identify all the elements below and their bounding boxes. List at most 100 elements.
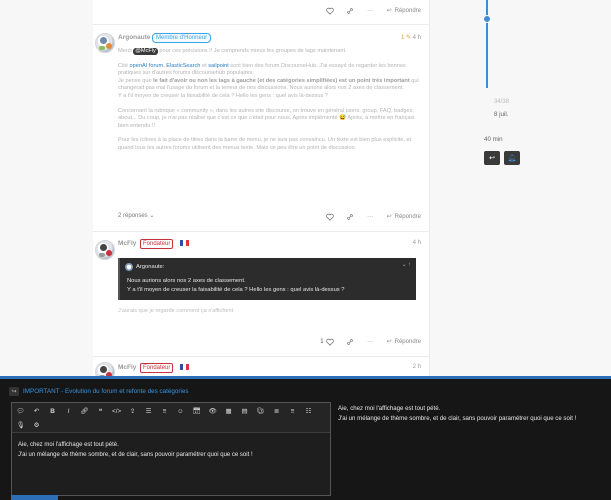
copy-link-icon[interactable] <box>346 6 355 15</box>
france-flag-icon <box>180 364 189 370</box>
chevron-down-icon: ⌄ <box>149 213 155 219</box>
editor-line: J'ai un mélange de thème sombre, et de c… <box>18 451 253 458</box>
like-heart-icon[interactable] <box>326 337 335 346</box>
table-icon[interactable]: ▦ <box>224 407 233 416</box>
bold-icon[interactable]: B <box>48 407 57 416</box>
text-thanks: Merci <box>118 48 132 54</box>
mention-tag[interactable]: @McFly <box>133 48 158 55</box>
reply-arrow-icon: ↩ <box>386 8 392 14</box>
code-icon[interactable]: </> <box>112 407 121 416</box>
more-options-icon[interactable]: ··· <box>366 212 375 221</box>
timeline-scroll-track[interactable] <box>486 0 488 88</box>
reply-label: Répondre <box>394 338 421 345</box>
edit-pencil-icon: ✎ <box>405 35 411 41</box>
speech-bubble-icon[interactable]: 💬︎ <box>16 407 25 416</box>
link-sailpoint[interactable]: sailpoint <box>208 63 229 69</box>
submit-reply-button[interactable] <box>11 495 58 500</box>
forum-topic-page: ··· ↩ Répondre Argonaute Membre d'Honneu… <box>0 0 611 500</box>
date-icon[interactable]: 📅︎ <box>192 407 201 416</box>
preview-line: Aie, chez moi l'affichage est tout pété. <box>338 405 441 412</box>
text-p2-bold: le fait d'avoir ou non les tags à gauche… <box>153 77 410 84</box>
timeline-handle[interactable] <box>483 15 491 23</box>
numbered-list-icon[interactable]: ≡ <box>160 407 169 416</box>
post-content: J'aurais que je regarde comment ça s'aff… <box>118 308 234 314</box>
post-time[interactable]: 4 h <box>413 240 421 246</box>
color-palette-icon[interactable]: 🎨︎ <box>256 407 265 416</box>
quote-expand-icon[interactable]: ⌄ ↑ <box>402 262 411 268</box>
quote-icon[interactable]: ❝ <box>96 407 105 416</box>
reply-arrow-icon: ↩ <box>386 214 392 220</box>
bullet-list-icon[interactable]: ☰ <box>144 407 153 416</box>
timeline-reply-button[interactable]: ↩ <box>484 151 500 165</box>
link-icon[interactable]: 🔗︎ <box>80 407 89 416</box>
link-elasticsearch[interactable]: ElasticSearch <box>166 63 200 69</box>
post-username[interactable]: McFly <box>118 364 136 371</box>
grid-icon[interactable]: ▤ <box>240 407 249 416</box>
microphone-icon[interactable]: 🎙︎ <box>16 421 25 430</box>
post-username[interactable]: McFly <box>118 240 136 247</box>
justify-icon[interactable]: ☷ <box>304 407 313 416</box>
quote-line: Nous aurions alors nos 2 axes de classem… <box>127 278 246 284</box>
timeline-last-activity: 40 min <box>484 136 503 143</box>
reply-label: Répondre <box>394 7 421 14</box>
italic-icon[interactable]: I <box>64 407 73 416</box>
text-p2a: Cité <box>118 62 128 69</box>
timeline-date: 8 juil. <box>494 111 509 118</box>
post-username[interactable]: Argonaute <box>118 34 151 41</box>
link-openai-forum[interactable]: openAI forum <box>130 63 164 69</box>
notification-bell-button[interactable]: 🔔︎ <box>504 151 520 165</box>
post-time-label: 4 h <box>412 35 421 41</box>
replies-toggle[interactable]: 2 réponses ⌄ <box>118 212 154 219</box>
post-actions: 1 ··· ↩ Répondre <box>320 337 421 346</box>
timeline-position: 34/38 <box>494 99 510 105</box>
quote-line: Y a t'il moyen de creuser la faisabilité… <box>127 286 345 293</box>
align-right-icon[interactable]: ≡ <box>288 407 297 416</box>
reply-arrow-icon: ↩ <box>386 339 392 345</box>
post-actions: ··· ↩ Répondre <box>315 212 421 221</box>
hide-icon[interactable]: 👁︎ <box>208 407 217 416</box>
france-flag-icon <box>180 240 189 246</box>
replies-count: 2 réponses <box>118 213 148 219</box>
upload-icon[interactable]: ⇪ <box>128 407 137 416</box>
post-divider <box>93 231 430 232</box>
reply-button[interactable]: ↩ Répondre <box>386 213 421 221</box>
text-p4: Pour les icônes à la place de titres dan… <box>118 137 412 151</box>
composer-editor: 💬︎ ↶ B I 🔗︎ ❝ </> ⇪ ☰ ≡ ☺ 📅︎ 👁︎ ▦ ▤ 🎨︎ ≣… <box>11 402 331 496</box>
topic-title-prefix: IMPORTANT <box>23 388 60 395</box>
reply-composer: ↪ IMPORTANT - Evolution du forum et refo… <box>0 376 611 500</box>
post-time[interactable]: 1 ✎ 4 h <box>401 34 421 41</box>
like-heart-icon[interactable] <box>326 6 335 15</box>
composer-topic-title[interactable]: ↪ IMPORTANT - Evolution du forum et refo… <box>9 387 189 396</box>
composer-preview: Aie, chez moi l'affichage est tout pété.… <box>338 404 576 423</box>
avatar[interactable] <box>95 240 115 260</box>
like-heart-icon[interactable] <box>326 212 335 221</box>
avatar[interactable] <box>95 33 115 53</box>
user-title-badge[interactable]: Fondateur <box>140 363 174 373</box>
reply-label: Répondre <box>394 213 421 220</box>
topic-title-rest: - Evolution du forum et refonte des caté… <box>59 388 189 395</box>
emoji-icon[interactable]: ☺ <box>176 407 185 416</box>
copy-link-icon[interactable] <box>346 337 355 346</box>
quote-block: Argonaute: ⌄ ↑ Nous aurions alors nos 2 … <box>118 258 416 300</box>
align-center-icon[interactable]: ≣ <box>272 407 281 416</box>
reply-button[interactable]: ↩ Répondre <box>386 7 421 15</box>
text-p2e: Y a t'il moyen de creuser la faisabilité… <box>118 92 328 99</box>
text-p3: Concernant la rubrique « community », da… <box>118 107 415 129</box>
post-time[interactable]: 2 h <box>413 364 421 370</box>
more-options-icon[interactable]: ··· <box>366 337 375 346</box>
like-count: 1 <box>320 338 324 345</box>
text-p1: pour ces précisions !! Je comprends mieu… <box>157 48 347 54</box>
undo-icon[interactable]: ↶ <box>32 407 41 416</box>
reply-share-icon: ↪ <box>9 387 19 396</box>
gear-icon[interactable]: ⚙ <box>32 421 41 430</box>
user-title-badge[interactable]: Membre d'Honneur <box>152 33 212 43</box>
user-title-badge[interactable]: Fondateur <box>140 239 174 249</box>
composer-textarea[interactable]: Aie, chez moi l'affichage est tout pété.… <box>18 441 253 460</box>
copy-link-icon[interactable] <box>346 212 355 221</box>
more-options-icon[interactable]: ··· <box>366 6 375 15</box>
post-stream: ··· ↩ Répondre Argonaute Membre d'Honneu… <box>93 0 430 382</box>
quote-author[interactable]: Argonaute: <box>136 264 164 270</box>
reply-button[interactable]: ↩ Répondre <box>386 338 421 346</box>
post-actions: ··· ↩ Répondre <box>315 6 421 15</box>
text-p2c: Je pense que <box>118 77 154 84</box>
